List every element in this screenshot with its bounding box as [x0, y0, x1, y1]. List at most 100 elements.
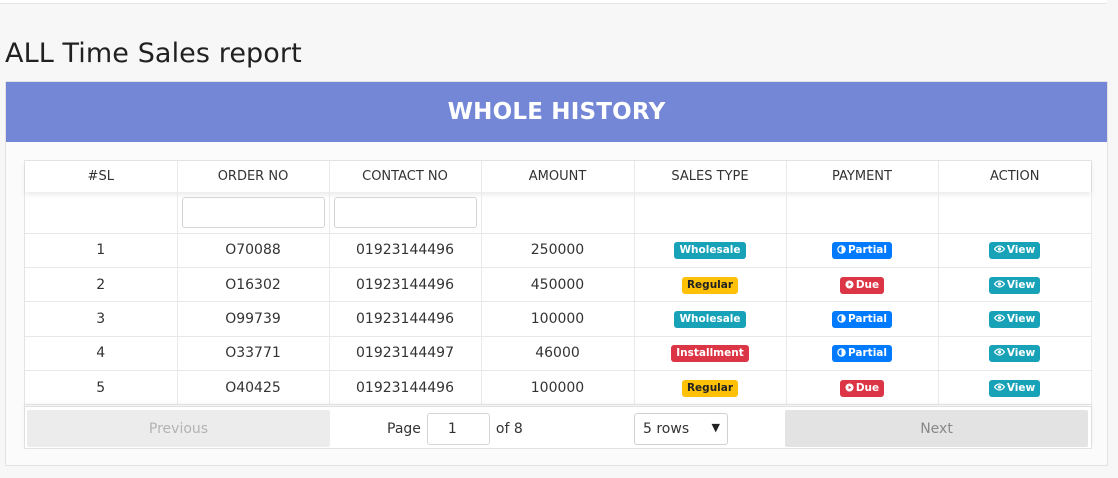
cell-sales-type: Installment — [634, 336, 787, 372]
table-row: 3 O99739 01923144496 100000 Wholesale Partial… — [25, 301, 1092, 337]
table-row: 5 O40425 01923144496 100000 Regular Due View — [25, 370, 1092, 406]
payment-label: Due — [855, 381, 880, 394]
column-header-order-no[interactable]: ORDER NO — [177, 161, 330, 192]
cell-sales-type: Regular — [634, 370, 787, 406]
payment-label: Partial — [848, 312, 887, 325]
cell-sales-type: Wholesale — [634, 301, 787, 337]
view-label: View — [1006, 381, 1036, 394]
column-header-amount[interactable]: AMOUNT — [481, 161, 635, 192]
cell-action: View — [938, 233, 1092, 268]
column-header-payment[interactable]: PAYMENT — [786, 161, 939, 192]
previous-page-button[interactable]: Previous — [27, 410, 330, 447]
order-no-filter-input[interactable] — [181, 196, 325, 228]
cell-order-no: O16302 — [177, 267, 330, 303]
payment-badge: Partial — [832, 310, 892, 328]
cell-sl: 4 — [25, 336, 178, 372]
page-number-input[interactable] — [426, 413, 490, 445]
cell-order-no: O99739 — [177, 301, 330, 337]
view-button[interactable]: View — [988, 345, 1041, 363]
page-label: Page — [387, 421, 421, 437]
cell-payment: Partial — [786, 233, 939, 268]
cell-amount: 46000 — [481, 336, 635, 372]
filter-row — [25, 192, 1092, 234]
cell-amount: 100000 — [481, 370, 635, 406]
cell-contact-no: 01923144496 — [329, 233, 482, 268]
cell-order-no: O70088 — [177, 233, 330, 268]
cell-amount: 450000 — [481, 267, 635, 303]
cell-sl: 5 — [25, 370, 178, 406]
view-button[interactable]: View — [988, 379, 1041, 397]
column-header-action[interactable]: ACTION — [938, 161, 1091, 192]
next-page-button[interactable]: Next — [785, 410, 1088, 447]
table-row: 4 O33771 01923144497 46000 Installment Partia… — [25, 336, 1092, 372]
view-label: View — [1006, 278, 1036, 291]
half-circle-icon — [837, 347, 848, 359]
cell-payment: Due — [786, 370, 939, 406]
page-title: ALL Time Sales report — [5, 38, 302, 69]
cell-action: View — [938, 301, 1092, 337]
view-button[interactable]: View — [988, 310, 1041, 328]
view-label: View — [1006, 347, 1036, 360]
view-button[interactable]: View — [988, 242, 1041, 260]
caret-down-icon: ▼ — [711, 421, 720, 434]
rows-per-page-select[interactable]: 5 rows ▼ — [634, 413, 728, 445]
payment-badge: Due — [839, 276, 885, 294]
payment-label: Partial — [848, 347, 887, 360]
cell-amount: 100000 — [481, 301, 635, 337]
eye-icon — [993, 279, 1007, 291]
half-circle-icon — [837, 244, 848, 256]
page-total-label: of 8 — [495, 421, 523, 437]
card-header-title: WHOLE HISTORY — [447, 99, 666, 125]
cell-sl: 1 — [25, 233, 178, 268]
card-header: WHOLE HISTORY — [6, 82, 1107, 142]
eye-icon — [993, 313, 1007, 325]
cell-amount: 250000 — [481, 233, 635, 268]
cell-contact-no: 01923144496 — [329, 370, 482, 406]
cell-sl: 3 — [25, 301, 178, 337]
payment-badge: Due — [839, 379, 885, 397]
column-header-sl[interactable]: #SL — [25, 161, 178, 192]
cell-sl: 2 — [25, 267, 178, 303]
cell-contact-no: 01923144496 — [329, 267, 482, 303]
cell-action: View — [938, 267, 1092, 303]
table-row: 2 O16302 01923144496 450000 Regular Due View — [25, 267, 1092, 303]
eye-icon — [993, 244, 1007, 256]
play-circle-icon — [845, 279, 856, 291]
cell-order-no: O40425 — [177, 370, 330, 406]
cell-action: View — [938, 370, 1092, 406]
sales-type-badge: Installment — [671, 345, 749, 363]
payment-badge: Partial — [832, 242, 892, 260]
cell-sales-type: Regular — [634, 267, 787, 303]
eye-icon — [993, 347, 1007, 359]
cell-contact-no: 01923144496 — [329, 301, 482, 337]
rows-per-page-value: 5 rows — [643, 421, 690, 437]
table-header-row: #SL ORDER NO CONTACT NO AMOUNT SALES TYP… — [25, 161, 1091, 192]
cell-payment: Partial — [786, 336, 939, 372]
table-row: 1 O70088 01923144496 250000 Wholesale Partial… — [25, 233, 1092, 268]
cell-action: View — [938, 336, 1092, 372]
cell-contact-no: 01923144497 — [329, 336, 482, 372]
contact-no-filter-input[interactable] — [333, 196, 477, 228]
view-label: View — [1006, 244, 1036, 257]
view-button[interactable]: View — [988, 276, 1041, 294]
payment-label: Partial — [848, 244, 887, 257]
view-label: View — [1006, 312, 1036, 325]
sales-type-badge: Regular — [681, 276, 739, 294]
column-header-contact-no[interactable]: CONTACT NO — [329, 161, 482, 192]
sales-table-container: #SL ORDER NO CONTACT NO AMOUNT SALES TYP… — [24, 160, 1092, 449]
cell-payment: Due — [786, 267, 939, 303]
payment-label: Due — [855, 278, 880, 291]
column-header-sales-type[interactable]: SALES TYPE — [634, 161, 787, 192]
play-circle-icon — [845, 382, 856, 394]
top-bar — [0, 0, 1107, 4]
sales-type-badge: Wholesale — [674, 242, 746, 260]
sales-type-badge: Regular — [681, 379, 739, 397]
page-indicator: Page of 8 — [387, 413, 523, 445]
cell-sales-type: Wholesale — [634, 233, 787, 268]
pagination-bar: Previous Page of 8 5 rows ▼ Next — [25, 406, 1091, 448]
cell-order-no: O33771 — [177, 336, 330, 372]
sales-table: #SL ORDER NO CONTACT NO AMOUNT SALES TYP… — [25, 161, 1092, 406]
half-circle-icon — [837, 313, 848, 325]
sales-report-card: WHOLE HISTORY #SL ORDER NO CONTACT NO AM… — [5, 81, 1108, 466]
cell-payment: Partial — [786, 301, 939, 337]
